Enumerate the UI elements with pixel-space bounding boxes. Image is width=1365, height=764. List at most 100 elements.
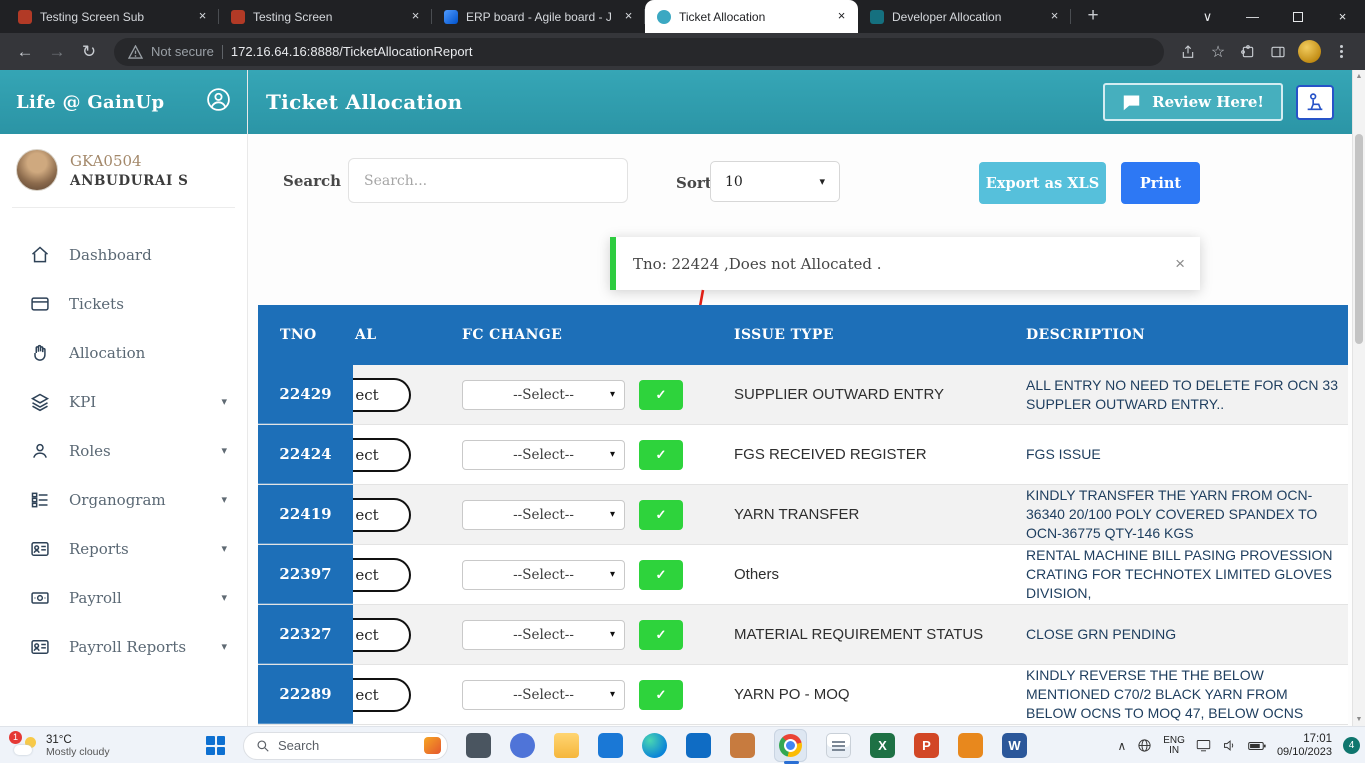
battery-icon[interactable] bbox=[1248, 740, 1266, 752]
hand-icon bbox=[30, 343, 50, 363]
network-offline-icon[interactable] bbox=[1137, 738, 1152, 753]
package-icon[interactable] bbox=[730, 733, 755, 758]
sidebar-item-reports[interactable]: Reports ▾ bbox=[0, 524, 247, 573]
user-block: GKA0504 ANBUDURAI S bbox=[0, 134, 247, 203]
extensions-icon[interactable] bbox=[1234, 38, 1262, 66]
sidebar-item-organogram[interactable]: Organogram ▾ bbox=[0, 475, 247, 524]
select-pill-button[interactable]: ect bbox=[353, 378, 411, 412]
scroll-down-icon[interactable]: ▼ bbox=[1353, 716, 1365, 723]
sidebar-item-allocation[interactable]: Allocation bbox=[0, 328, 247, 377]
taskbar-clock[interactable]: 17:01 09/10/2023 bbox=[1277, 733, 1332, 759]
volume-icon[interactable] bbox=[1222, 738, 1237, 753]
tab-close-icon[interactable]: × bbox=[833, 8, 850, 25]
sidebar-item-tickets[interactable]: Tickets bbox=[0, 279, 247, 328]
select-pill-button[interactable]: ect bbox=[353, 438, 411, 472]
print-button[interactable]: Print bbox=[1121, 162, 1200, 204]
back-icon[interactable]: ← bbox=[10, 37, 40, 67]
notification-count-badge[interactable]: 4 bbox=[1343, 737, 1360, 754]
confirm-check-button[interactable]: ✓ bbox=[639, 440, 683, 470]
tab-testing-screen-sub[interactable]: Testing Screen Sub × bbox=[6, 0, 219, 33]
window-maximize-button[interactable] bbox=[1275, 0, 1320, 33]
tab-search-caret-icon[interactable]: ∨ bbox=[1185, 0, 1230, 33]
outlook-icon[interactable] bbox=[598, 733, 623, 758]
fc-change-select[interactable]: --Select--▾ bbox=[462, 620, 625, 650]
start-button[interactable] bbox=[206, 736, 225, 755]
store-icon[interactable] bbox=[686, 733, 711, 758]
confirm-check-button[interactable]: ✓ bbox=[639, 380, 683, 410]
scrollbar-thumb[interactable] bbox=[1355, 134, 1363, 344]
window-close-button[interactable]: × bbox=[1320, 0, 1365, 33]
browser-profile-avatar[interactable] bbox=[1298, 40, 1321, 63]
teams-icon[interactable] bbox=[510, 733, 535, 758]
search-input[interactable] bbox=[348, 158, 628, 203]
powerpoint-icon[interactable]: P bbox=[914, 733, 939, 758]
confirm-check-button[interactable]: ✓ bbox=[639, 680, 683, 710]
scroll-up-icon[interactable]: ▲ bbox=[1353, 73, 1365, 80]
select-pill-button[interactable]: ect bbox=[353, 678, 411, 712]
select-pill-button[interactable]: ect bbox=[353, 618, 411, 652]
share-icon[interactable] bbox=[1174, 38, 1202, 66]
issue-type-cell: YARN TRANSFER bbox=[708, 485, 1000, 544]
confirm-check-button[interactable]: ✓ bbox=[639, 500, 683, 530]
cast-screen-icon[interactable] bbox=[1196, 739, 1211, 752]
tab-close-icon[interactable]: × bbox=[407, 8, 424, 25]
excel-icon[interactable]: X bbox=[870, 733, 895, 758]
tno-cell: 22419 bbox=[258, 485, 353, 544]
sidebar-header: Life @ GainUp bbox=[0, 70, 247, 134]
user-avatar bbox=[16, 149, 58, 191]
select-caret-icon: ▾ bbox=[610, 689, 615, 700]
weather-condition: Mostly cloudy bbox=[46, 746, 110, 758]
tab-ticket-allocation[interactable]: Ticket Allocation × bbox=[645, 0, 858, 33]
sidebar-item-kpi[interactable]: KPI ▾ bbox=[0, 377, 247, 426]
sidebar-item-dashboard[interactable]: Dashboard bbox=[0, 230, 247, 279]
app-icon[interactable] bbox=[466, 733, 491, 758]
accessibility-button[interactable] bbox=[1296, 85, 1334, 120]
chrome-icon-active[interactable] bbox=[774, 729, 807, 762]
select-pill-button[interactable]: ect bbox=[353, 558, 411, 592]
notes-icon[interactable] bbox=[826, 733, 851, 758]
id-card-icon bbox=[30, 539, 50, 559]
url-omnibox[interactable]: Not secure 172.16.64.16:8888/TicketAlloc… bbox=[114, 38, 1164, 66]
fc-change-select[interactable]: --Select--▾ bbox=[462, 560, 625, 590]
confirm-check-button[interactable]: ✓ bbox=[639, 560, 683, 590]
profile-circle-icon[interactable] bbox=[206, 87, 231, 117]
word-icon[interactable]: W bbox=[1002, 733, 1027, 758]
browser-menu-kebab-icon[interactable] bbox=[1327, 38, 1355, 66]
fc-change-select[interactable]: --Select--▾ bbox=[462, 440, 625, 470]
confirm-check-button[interactable]: ✓ bbox=[639, 620, 683, 650]
file-explorer-icon[interactable] bbox=[554, 733, 579, 758]
weather-widget[interactable]: 1 31°C Mostly cloudy bbox=[6, 727, 118, 764]
sidebar-item-label: Dashboard bbox=[69, 246, 152, 264]
export-xls-button[interactable]: Export as XLS bbox=[979, 162, 1106, 204]
new-tab-button[interactable]: + bbox=[1079, 3, 1107, 31]
side-panel-icon[interactable] bbox=[1264, 38, 1292, 66]
fc-change-select[interactable]: --Select--▾ bbox=[462, 380, 625, 410]
fc-select-value: --Select-- bbox=[513, 567, 574, 583]
tab-close-icon[interactable]: × bbox=[194, 8, 211, 25]
select-pill-button[interactable]: ect bbox=[353, 498, 411, 532]
review-here-button[interactable]: Review Here! bbox=[1103, 83, 1283, 121]
taskbar-search-box[interactable]: Search bbox=[243, 732, 448, 760]
tab-favicon bbox=[657, 10, 671, 24]
tab-testing-screen[interactable]: Testing Screen × bbox=[219, 0, 432, 33]
tab-close-icon[interactable]: × bbox=[1046, 8, 1063, 25]
tab-developer-allocation[interactable]: Developer Allocation × bbox=[858, 0, 1071, 33]
forward-icon[interactable]: → bbox=[42, 37, 72, 67]
sort-page-size-select[interactable]: 10 ▾ bbox=[710, 161, 840, 202]
tab-erp-board[interactable]: ERP board - Agile board - Ji... × bbox=[432, 0, 645, 33]
tray-chevron-icon[interactable]: ∧ bbox=[1117, 739, 1126, 753]
bookmark-star-icon[interactable]: ☆ bbox=[1204, 38, 1232, 66]
language-indicator[interactable]: ENG IN bbox=[1163, 736, 1185, 756]
fc-change-select[interactable]: --Select--▾ bbox=[462, 500, 625, 530]
sidebar-item-payroll[interactable]: Payroll ▾ bbox=[0, 573, 247, 622]
page-scrollbar[interactable]: ▲ ▼ bbox=[1352, 70, 1365, 726]
orange-app-icon[interactable] bbox=[958, 733, 983, 758]
sidebar-item-roles[interactable]: Roles ▾ bbox=[0, 426, 247, 475]
reload-icon[interactable]: ↻ bbox=[74, 37, 104, 67]
tab-close-icon[interactable]: × bbox=[620, 8, 637, 25]
window-minimize-button[interactable]: — bbox=[1230, 0, 1275, 33]
toast-close-icon[interactable]: × bbox=[1175, 254, 1185, 274]
sidebar-item-payroll-reports[interactable]: Payroll Reports ▾ bbox=[0, 622, 247, 671]
edge-icon[interactable] bbox=[642, 733, 667, 758]
fc-change-select[interactable]: --Select--▾ bbox=[462, 680, 625, 710]
